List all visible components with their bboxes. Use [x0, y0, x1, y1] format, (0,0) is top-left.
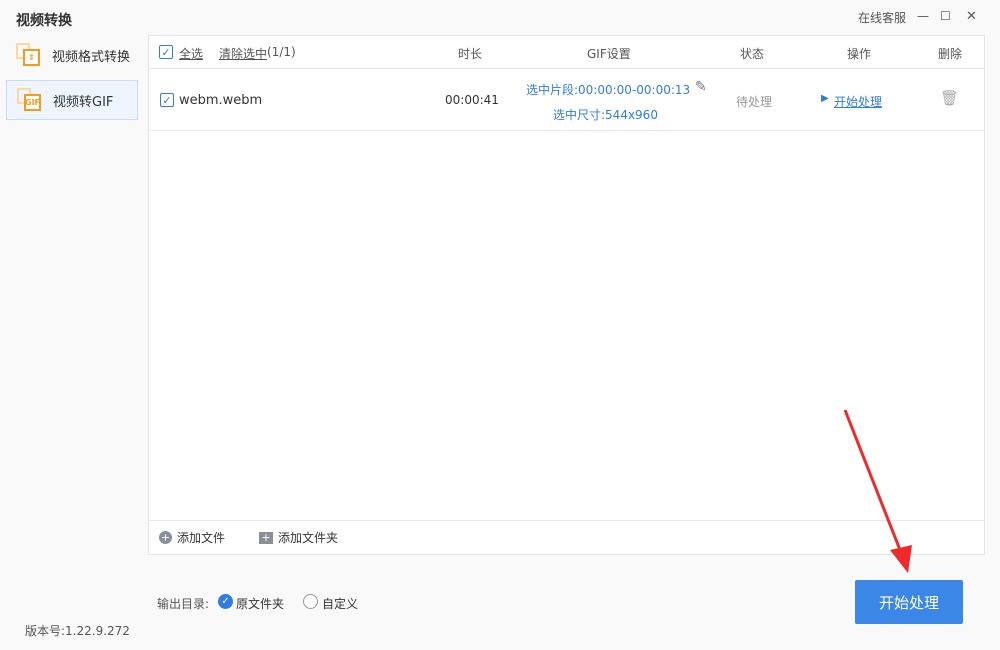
output-dir-label: 输出目录: [157, 597, 210, 611]
sidebar-item-label: 视频转GIF [53, 94, 114, 110]
clear-selection-link[interactable]: 清除选中 [219, 45, 267, 62]
file-name: webm.webm [179, 93, 263, 108]
selected-size[interactable]: 选中尺寸:544x960 [553, 106, 658, 123]
file-duration: 00:00:41 [445, 93, 499, 107]
status-badge: 待处理 [736, 95, 773, 109]
minimize-icon[interactable]: — [917, 9, 929, 23]
table-row: ✓ webm.webm 00:00:41 选中片段:00:00:00-00:00… [149, 69, 984, 131]
header-duration: 时长 [458, 47, 483, 61]
radio-original-label[interactable]: 原文件夹 [236, 595, 284, 612]
sidebar-item-format-convert[interactable]: ⇕ 视频格式转换 [6, 35, 138, 75]
sidebar-item-label: 视频格式转换 [52, 49, 131, 65]
folder-plus-icon: + [259, 531, 274, 544]
trash-icon[interactable]: 🗑 [940, 89, 959, 107]
header-delete: 删除 [938, 47, 963, 61]
row-checkbox[interactable]: ✓ [160, 93, 174, 107]
convert-icon: ⇕ [16, 43, 42, 67]
close-icon[interactable]: ✕ [966, 9, 977, 24]
selection-count: (1/1) [267, 45, 296, 59]
annotation-arrow-icon [843, 409, 912, 573]
radio-original-checked[interactable]: ✓ [218, 594, 233, 609]
play-icon: ▶ [821, 93, 829, 104]
add-file-button[interactable]: + 添加文件 [159, 529, 225, 546]
add-folder-label: 添加文件夹 [278, 531, 339, 545]
select-all-link[interactable]: 全选 [179, 45, 203, 62]
version-label: 版本号:1.22.9.272 [25, 624, 130, 638]
header-action: 操作 [847, 47, 872, 61]
radio-custom[interactable] [303, 594, 318, 609]
table-header: ✓ 全选 清除选中 (1/1) 时长 GIF设置 状态 操作 删除 [149, 36, 984, 69]
header-status: 状态 [740, 47, 765, 61]
plus-circle-icon: + [159, 531, 172, 544]
start-process-button[interactable]: 开始处理 [855, 580, 963, 624]
online-support-link[interactable]: 在线客服 [858, 9, 906, 26]
radio-custom-label[interactable]: 自定义 [322, 595, 358, 612]
add-folder-button[interactable]: + 添加文件夹 [259, 529, 338, 546]
add-file-label: 添加文件 [177, 531, 226, 545]
select-all-checkbox[interactable]: ✓ [159, 45, 173, 59]
maximize-icon[interactable]: ☐ [940, 9, 951, 23]
start-row-link[interactable]: 开始处理 [834, 93, 882, 110]
app-title: 视频转换 [16, 13, 72, 29]
selected-segment[interactable]: 选中片段:00:00:00-00:00:13 [526, 81, 690, 98]
header-gif-settings: GIF设置 [587, 47, 631, 61]
gif-icon: GIF [17, 88, 43, 112]
sidebar-item-video-to-gif[interactable]: GIF 视频转GIF [6, 80, 138, 120]
edit-icon[interactable]: ✎ [695, 79, 707, 95]
